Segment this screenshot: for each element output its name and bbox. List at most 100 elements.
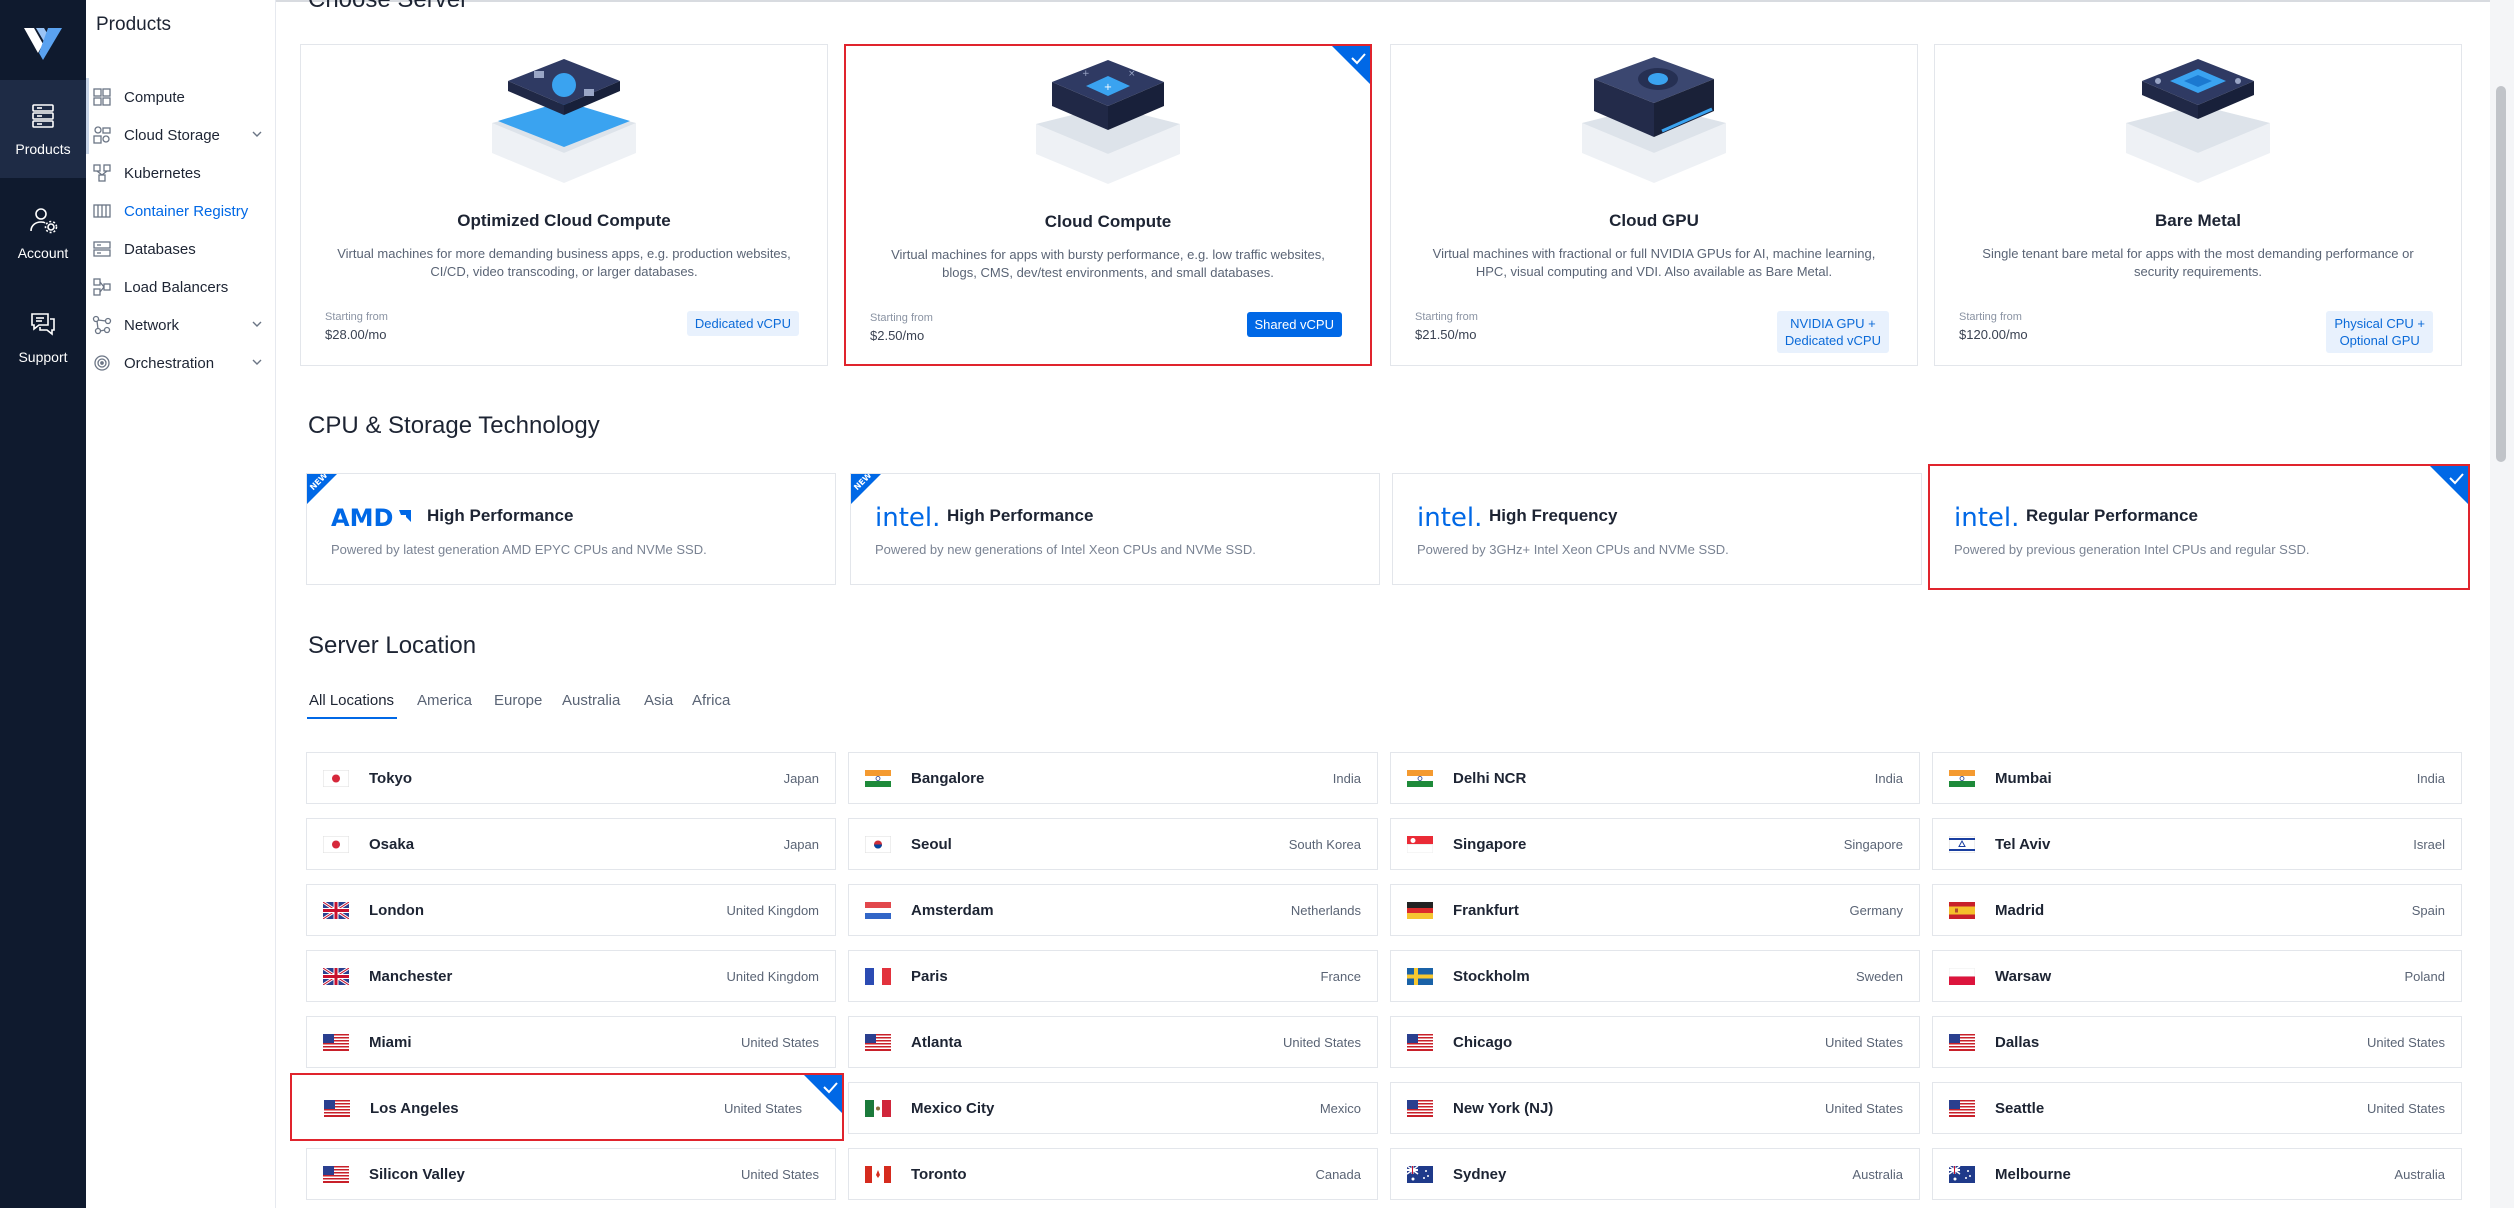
location-card-miami[interactable]: Miami United States [306,1016,836,1068]
pl-flag-icon [1949,968,1975,985]
location-country: India [1874,771,1903,786]
svg-text:intel.: intel. [875,503,939,532]
location-card-manchester[interactable]: Manchester United Kingdom [306,950,836,1002]
location-card-singapore[interactable]: Singapore Singapore [1390,818,1920,870]
rail-item-support[interactable]: Support [0,288,86,386]
location-city: Frankfurt [1453,902,1519,919]
intel-logo-icon: intel. [1954,503,2018,532]
server-price: $21.50/mo [1415,327,1477,342]
cpu-card-amd-high-performance[interactable]: NEW AMD High Performance Powered by late… [306,473,836,585]
network-icon [92,315,112,335]
location-country: South Korea [1288,837,1361,852]
location-card-stockholm[interactable]: Stockholm Sweden [1390,950,1920,1002]
tab-africa[interactable]: Africa [692,692,730,709]
nav-item-compute[interactable]: Compute [86,78,276,116]
nav-item-container-registry[interactable]: Container Registry [86,192,276,230]
server-description: Virtual machines with fractional or full… [1432,246,1876,279]
location-card-chicago[interactable]: Chicago United States [1390,1016,1920,1068]
jp-flag-icon [323,770,349,787]
location-card-tel-aviv[interactable]: Tel Aviv Israel [1932,818,2462,870]
tab-america[interactable]: America [417,692,472,709]
cloud-storage-icon [93,126,111,144]
location-country: United States [1282,1035,1361,1050]
choose-server-title: Choose Server [308,0,468,14]
au-flag-icon [1949,1166,1975,1183]
server-description: Virtual machines for more demanding busi… [337,246,791,279]
location-card-london[interactable]: London United Kingdom [306,884,836,936]
location-card-dallas[interactable]: Dallas United States [1932,1016,2462,1068]
nav-label: Orchestration [124,354,215,372]
us-flag-icon [1949,1034,1975,1051]
location-card-melbourne[interactable]: Melbourne Australia [1932,1148,2462,1200]
nav-item-network[interactable]: Network [86,306,276,344]
location-country: Australia [2394,1167,2445,1182]
location-card-delhi-ncr[interactable]: Delhi NCR India [1390,752,1920,804]
location-card-mumbai[interactable]: Mumbai India [1932,752,2462,804]
location-city: New York (NJ) [1453,1100,1554,1117]
rail-item-products[interactable]: Products [0,80,86,178]
us-flag-icon [865,1034,891,1051]
scrollbar-thumb[interactable] [2496,86,2506,462]
location-city: Seattle [1995,1100,2045,1117]
bare-metal-illustration-icon [2126,59,2270,183]
location-card-sydney[interactable]: Sydney Australia [1390,1148,1920,1200]
tab-all-locations[interactable]: All Locations [309,692,394,709]
nav-label: Cloud Storage [124,126,220,144]
nav-item-orchestration[interactable]: Orchestration [86,344,276,382]
location-card-warsaw[interactable]: Warsaw Poland [1932,950,2462,1002]
server-price: $2.50/mo [870,328,925,343]
location-city: Los Angeles [370,1100,459,1117]
vertical-scrollbar[interactable] [2490,0,2514,1208]
compute-icon [93,88,111,106]
tab-australia[interactable]: Australia [562,692,620,709]
location-card-toronto[interactable]: Toronto Canada [848,1148,1378,1200]
location-country: Netherlands [1290,903,1361,918]
location-city: Seoul [911,836,952,853]
location-country: India [2416,771,2445,786]
server-card-bare-metal[interactable]: Bare Metal Single tenant bare metal for … [1934,44,2462,366]
location-city: Mumbai [1995,770,2052,787]
products-nav-panel: Products Compute Cloud Storage Kubernete… [86,0,276,1208]
location-card-bangalore[interactable]: Bangalore India [848,752,1378,804]
location-card-osaka[interactable]: Osaka Japan [306,818,836,870]
location-city: Delhi NCR [1453,770,1527,787]
location-card-paris[interactable]: Paris France [848,950,1378,1002]
nav-item-kubernetes[interactable]: Kubernetes [86,154,276,192]
location-country: Australia [1852,1167,1903,1182]
vultr-logo-icon[interactable] [24,26,62,60]
location-card-madrid[interactable]: Madrid Spain [1932,884,2462,936]
server-card-optimized-cloud-compute[interactable]: Optimized Cloud Compute Virtual machines… [300,44,828,366]
location-city: Stockholm [1453,968,1530,985]
location-card-mexico-city[interactable]: Mexico City Mexico [848,1082,1378,1134]
cpu-description: Powered by latest generation AMD EPYC CP… [331,542,707,557]
location-card-amsterdam[interactable]: Amsterdam Netherlands [848,884,1378,936]
tab-europe[interactable]: Europe [494,692,542,709]
location-card-frankfurt[interactable]: Frankfurt Germany [1390,884,1920,936]
location-city: Bangalore [911,770,985,787]
cpu-card-intel-regular-performance[interactable]: intel. Regular Performance Powered by pr… [1928,464,2470,590]
location-country: United States [740,1167,819,1182]
server-card-cloud-gpu[interactable]: Cloud GPU Virtual machines with fraction… [1390,44,1918,366]
location-card-atlanta[interactable]: Atlanta United States [848,1016,1378,1068]
rail-item-account[interactable]: Account [0,184,86,282]
nav-item-cloud-storage[interactable]: Cloud Storage [86,116,276,154]
nav-title: Products [96,14,171,35]
jp-flag-icon [323,836,349,853]
tab-asia[interactable]: Asia [644,692,673,709]
server-card-cloud-compute[interactable]: + + × Cloud Compute Virtual machines for… [844,44,1372,366]
location-city: Silicon Valley [369,1166,465,1183]
location-card-los-angeles[interactable]: Los Angeles United States [290,1073,844,1141]
cpu-title: High Performance [427,506,574,525]
cpu-card-intel-high-performance[interactable]: NEW intel. High Performance Powered by n… [850,473,1380,585]
nav-item-databases[interactable]: Databases [86,230,276,268]
cpu-card-intel-high-frequency[interactable]: intel. High Frequency Powered by 3GHz+ I… [1392,473,1922,585]
location-card-seoul[interactable]: Seoul South Korea [848,818,1378,870]
optimized-compute-illustration-icon [492,59,636,183]
location-country: Israel [2413,837,2445,852]
location-card-new-york-nj[interactable]: New York (NJ) United States [1390,1082,1920,1134]
location-card-seattle[interactable]: Seattle United States [1932,1082,2462,1134]
location-city: Toronto [911,1166,967,1183]
location-card-silicon-valley[interactable]: Silicon Valley United States [306,1148,836,1200]
nav-item-load-balancers[interactable]: Load Balancers [86,268,276,306]
location-card-tokyo[interactable]: Tokyo Japan [306,752,836,804]
